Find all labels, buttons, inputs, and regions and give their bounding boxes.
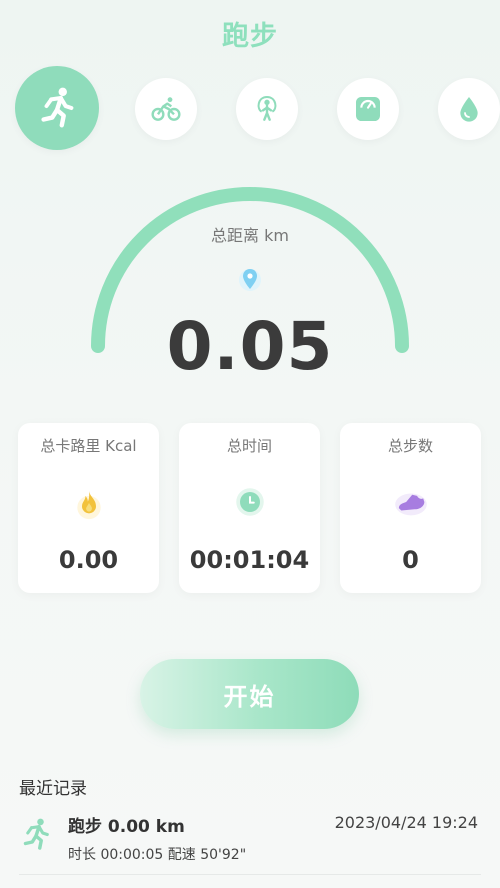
category-bar [0, 66, 500, 154]
stat-label: 总卡路里 Kcal [40, 437, 137, 455]
record-title: 跑步 0.00 km [68, 817, 185, 837]
category-jump-rope[interactable] [236, 78, 298, 140]
start-button[interactable]: 开始 [140, 659, 359, 729]
stat-value: 0 [402, 546, 419, 574]
list-item[interactable]: 跑步 0.00 km 2023/04/24 19:24 时长 00:00:05 … [0, 808, 500, 878]
cycling-icon [151, 97, 181, 121]
stat-value: 0.00 [58, 546, 119, 574]
stat-card-steps: 总步数 0 [340, 423, 481, 593]
flame-icon [76, 491, 101, 520]
divider [19, 874, 481, 875]
category-water[interactable] [438, 78, 500, 140]
stat-card-time: 总时间 00:01:04 [179, 423, 320, 593]
stat-card-calories: 总卡路里 Kcal 0.00 [18, 423, 159, 593]
stat-value: 00:01:04 [189, 546, 310, 574]
shoe-icon [394, 493, 427, 516]
record-detail: 时长 00:00:05 配速 50'92" [68, 847, 247, 863]
stat-label: 总步数 [387, 437, 433, 455]
record-date: 2023/04/24 19:24 [334, 813, 478, 832]
running-icon [23, 818, 49, 850]
recent-records-title: 最近记录 [19, 779, 87, 799]
water-drop-icon [460, 97, 478, 122]
clock-icon [235, 488, 264, 516]
running-icon [41, 87, 74, 128]
stat-label: 总时间 [226, 437, 272, 455]
jump-rope-icon [257, 95, 277, 121]
category-cycling[interactable] [135, 78, 197, 140]
location-pin-icon [238, 266, 262, 300]
page-title: 跑步 [222, 21, 278, 52]
distance-label: 总距离 km [211, 226, 289, 245]
distance-value: 0.05 [166, 308, 334, 385]
category-scale[interactable] [337, 78, 399, 140]
category-running[interactable] [15, 66, 99, 150]
scale-icon [356, 97, 380, 121]
